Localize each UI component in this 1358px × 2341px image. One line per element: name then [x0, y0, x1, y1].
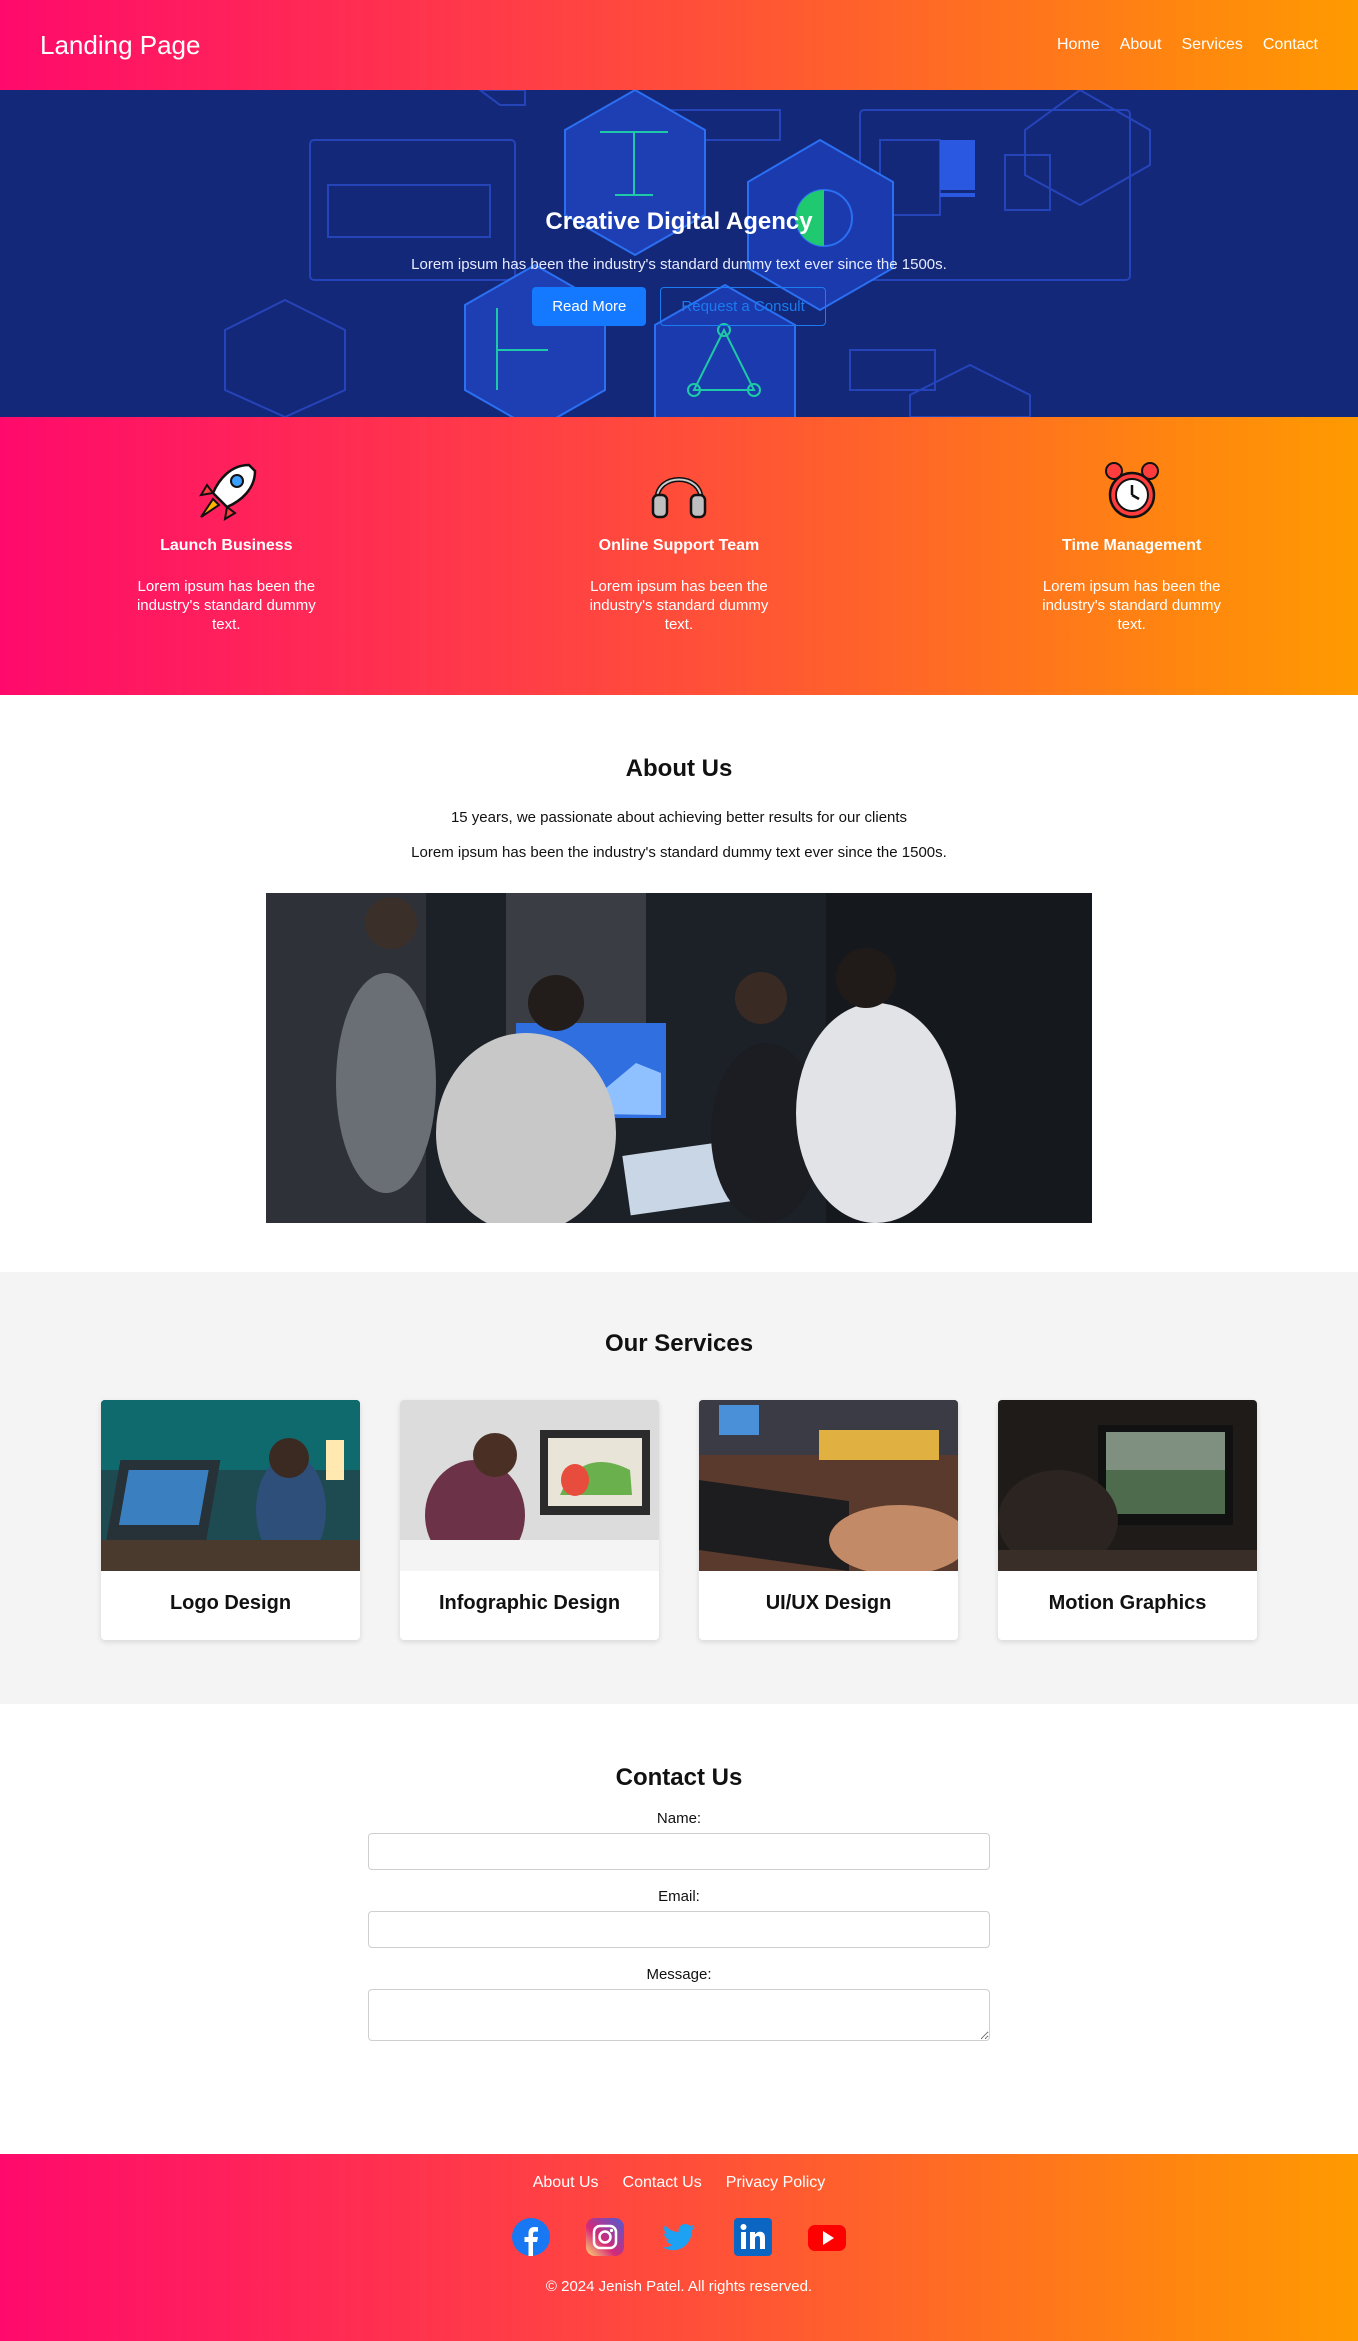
- site-header: Landing Page Home About Services Contact: [0, 0, 1358, 90]
- service-card-logo-design[interactable]: Logo Design: [101, 1400, 360, 1640]
- linkedin-icon[interactable]: [734, 2218, 772, 2256]
- service-cards: Logo Design Infographic Design UI/UX Des…: [0, 1400, 1358, 1640]
- nav-contact[interactable]: Contact: [1263, 36, 1318, 54]
- contact-form: Name: Email: Message:: [368, 1810, 990, 2046]
- alarm-clock-icon: [1104, 462, 1159, 519]
- email-input[interactable]: [368, 1911, 990, 1948]
- youtube-icon[interactable]: [808, 2218, 846, 2256]
- message-textarea[interactable]: [368, 1989, 990, 2041]
- hero-title: Creative Digital Agency: [545, 208, 813, 235]
- service-image: [400, 1400, 659, 1571]
- feature-launch-business: Launch Business Lorem ipsum has been the…: [126, 459, 326, 695]
- footer-link-about[interactable]: About Us: [533, 2174, 599, 2192]
- footer-link-contact[interactable]: Contact Us: [623, 2174, 702, 2192]
- hero-content: Creative Digital Agency Lorem ipsum has …: [0, 208, 1358, 326]
- read-more-button[interactable]: Read More: [532, 287, 647, 326]
- brand-logo[interactable]: Landing Page: [40, 30, 200, 61]
- contact-section: Contact Us Name: Email: Message:: [0, 1704, 1358, 2154]
- site-footer: About Us Contact Us Privacy Policy © 202…: [0, 2154, 1358, 2341]
- service-card-motion-graphics[interactable]: Motion Graphics: [998, 1400, 1257, 1640]
- about-title: About Us: [625, 755, 733, 782]
- social-icons: [0, 2218, 1358, 2256]
- headphones-icon: [651, 477, 707, 519]
- service-card-title: UI/UX Design: [765, 1592, 892, 1614]
- feature-text: Lorem ipsum has been the industry's stan…: [1042, 578, 1222, 633]
- services-title: Our Services: [604, 1330, 754, 1357]
- service-image: [101, 1400, 360, 1571]
- rocket-icon: [199, 463, 257, 521]
- name-label: Name:: [656, 1810, 702, 1827]
- service-card-title: Motion Graphics: [1048, 1592, 1207, 1614]
- feature-title: Online Support Team: [598, 537, 760, 554]
- nav-about[interactable]: About: [1120, 36, 1162, 54]
- features-section: Launch Business Lorem ipsum has been the…: [0, 417, 1358, 695]
- name-input[interactable]: [368, 1833, 990, 1870]
- message-label: Message:: [646, 1966, 712, 1983]
- instagram-icon[interactable]: [586, 2218, 624, 2256]
- hero-subtitle: Lorem ipsum has been the industry's stan…: [411, 256, 947, 273]
- feature-text: Lorem ipsum has been the industry's stan…: [589, 578, 769, 633]
- service-card-title: Logo Design: [169, 1592, 292, 1614]
- nav-home[interactable]: Home: [1057, 36, 1100, 54]
- feature-time-management: Time Management Lorem ipsum has been the…: [1032, 459, 1232, 695]
- copyright-text: © 2024 Jenish Patel. All rights reserved…: [545, 2278, 813, 2295]
- feature-title: Launch Business: [160, 537, 293, 554]
- service-image: [699, 1400, 958, 1575]
- about-section: About Us 15 years, we passionate about a…: [0, 695, 1358, 1272]
- feature-title: Time Management: [1061, 537, 1202, 554]
- about-team-photo: [266, 893, 1092, 1223]
- twitter-icon[interactable]: [660, 2218, 698, 2256]
- footer-links: About Us Contact Us Privacy Policy: [0, 2174, 1358, 2192]
- service-card-infographic-design[interactable]: Infographic Design: [400, 1400, 659, 1640]
- hero-buttons: Read More Request a Consult: [0, 287, 1358, 326]
- about-line-2: Lorem ipsum has been the industry's stan…: [411, 844, 947, 861]
- feature-online-support: Online Support Team Lorem ipsum has been…: [579, 459, 779, 695]
- about-line-1: 15 years, we passionate about achieving …: [450, 809, 908, 826]
- service-card-title: Infographic Design: [438, 1592, 621, 1614]
- services-section: Our Services Logo Design Infographic Des…: [0, 1272, 1358, 1704]
- feature-text: Lorem ipsum has been the industry's stan…: [136, 578, 316, 633]
- contact-title: Contact Us: [615, 1764, 743, 1791]
- main-nav: Home About Services Contact: [1057, 36, 1318, 54]
- service-image: [998, 1400, 1257, 1571]
- email-label: Email:: [658, 1888, 700, 1905]
- nav-services[interactable]: Services: [1182, 36, 1243, 54]
- footer-link-privacy[interactable]: Privacy Policy: [726, 2174, 826, 2192]
- facebook-icon[interactable]: [512, 2218, 550, 2256]
- hero-section: Creative Digital Agency Lorem ipsum has …: [0, 90, 1358, 417]
- request-consult-button[interactable]: Request a Consult: [660, 287, 826, 326]
- service-card-uiux-design[interactable]: UI/UX Design: [699, 1400, 958, 1640]
